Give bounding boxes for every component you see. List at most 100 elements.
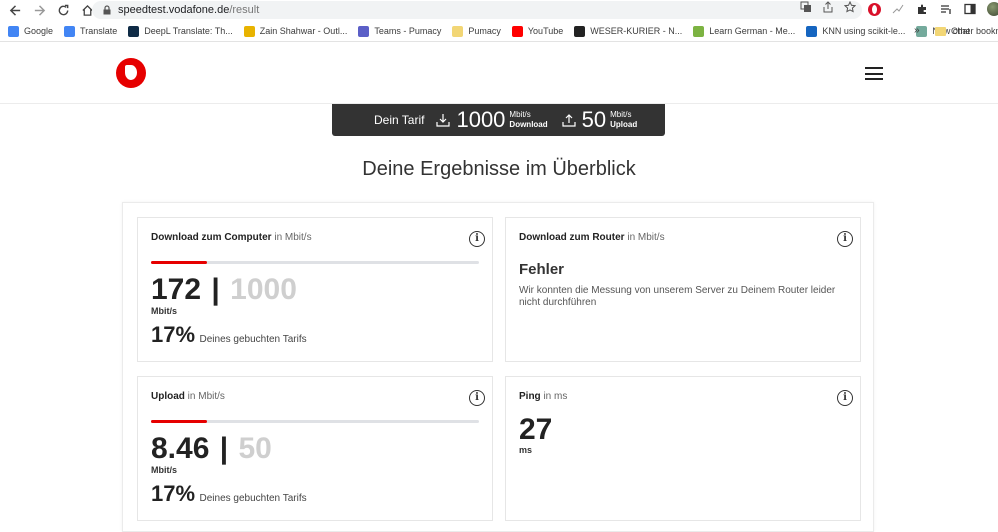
other-bookmarks-label: Other bookm (951, 26, 998, 36)
info-icon[interactable]: i (469, 231, 485, 247)
bookmark-label: Pumacy (468, 26, 501, 36)
profile-avatar[interactable] (987, 2, 998, 16)
bookmark-item[interactable]: WESER-KURIER - N... (574, 25, 683, 37)
upload-card: Upload in Mbit/s i 8.46 | 50 Mbit/s 17% … (137, 376, 493, 521)
card-title: Download zum Router (519, 232, 625, 243)
bookmarks-overflow-icon[interactable]: » (914, 25, 920, 36)
bookmark-favicon-icon (128, 25, 140, 37)
upload-percent: 17% (151, 481, 196, 506)
download-computer-card: Download zum Computer in Mbit/s i 172 | … (137, 217, 493, 362)
card-title: Download zum Computer (151, 232, 272, 243)
download-percent: 17% (151, 322, 196, 347)
bookmark-item[interactable]: Pumacy (452, 25, 501, 37)
card-unit-text: in ms (543, 391, 568, 402)
bookmark-favicon-icon (64, 25, 76, 37)
bookmark-favicon-icon (574, 25, 586, 37)
upload-percent-label: Deines gebuchten Tarifs (199, 493, 307, 504)
upload-unit: Mbit/s (151, 465, 177, 475)
plan-download-label: Download (509, 120, 548, 129)
ping-value: 27 (519, 413, 553, 446)
bookmark-label: Google (24, 26, 54, 36)
bookmark-favicon-icon (452, 25, 464, 37)
download-max: 1000 (230, 273, 297, 306)
reading-list-icon[interactable] (939, 2, 953, 16)
card-unit-text: in Mbit/s (187, 391, 225, 402)
plan-upload-value: 50 (581, 107, 607, 132)
info-icon[interactable]: i (469, 390, 485, 406)
bookmark-item[interactable]: Teams - Pumacy (358, 25, 442, 37)
card-unit-text: in Mbit/s (627, 232, 665, 243)
bookmark-star-icon[interactable] (843, 0, 857, 13)
error-title: Fehler (519, 261, 565, 278)
forward-icon[interactable] (30, 2, 48, 20)
bookmark-favicon-icon (243, 25, 255, 37)
ping-card: Ping in ms i 27 ms (505, 376, 861, 521)
info-icon[interactable]: i (837, 231, 853, 247)
back-icon[interactable] (6, 2, 24, 20)
plan-upload-unit: Mbit/s (610, 110, 632, 119)
download-icon (436, 114, 451, 127)
hamburger-menu-icon[interactable] (865, 67, 883, 80)
card-unit-text: in Mbit/s (274, 232, 312, 243)
bookmark-label: Teams - Pumacy (374, 26, 442, 36)
extensions-puzzle-icon[interactable] (915, 2, 929, 16)
bookmark-label: Translate (80, 26, 118, 36)
download-router-card: Download zum Router in Mbit/s i Fehler W… (505, 217, 861, 362)
browser-toolbar: speedtest.vodafone.de/result (0, 0, 998, 21)
bookmark-item[interactable]: DeepL Translate: Th... (128, 25, 233, 37)
bookmark-label: DeepL Translate: Th... (144, 26, 233, 36)
card-title: Ping (519, 391, 541, 402)
separator: | (203, 273, 229, 306)
side-panel-icon[interactable] (963, 2, 977, 16)
other-bookmarks[interactable]: Other bookm (935, 26, 998, 36)
bookmark-label: YouTube (527, 26, 564, 36)
bookmark-item[interactable]: Learn German - Me... (693, 25, 796, 37)
bookmark-item[interactable]: Google (8, 25, 54, 37)
upload-progress-fill (151, 420, 207, 423)
vodafone-logo[interactable] (116, 58, 146, 88)
folder-icon (935, 26, 946, 36)
download-percent-label: Deines gebuchten Tarifs (199, 334, 307, 345)
plan-download-value: 1000 (456, 107, 506, 132)
upload-max: 50 (238, 432, 272, 465)
error-text: Wir konnten die Messung von unserem Serv… (519, 285, 836, 308)
ping-unit: ms (519, 445, 533, 455)
reload-icon[interactable] (54, 2, 72, 20)
upload-progress-track (151, 420, 479, 423)
upload-icon (562, 114, 576, 127)
share-icon[interactable] (822, 1, 834, 13)
download-progress-fill (151, 261, 207, 264)
bookmark-label: KNN using scikit-le... (822, 26, 906, 36)
bookmark-favicon-icon (806, 25, 818, 37)
plan-upload-label: Upload (610, 120, 638, 129)
opera-extension-icon[interactable] (868, 2, 881, 16)
bookmark-label: Zain Shahwar - Outl... (259, 26, 348, 36)
info-icon[interactable]: i (837, 390, 853, 406)
bookmark-favicon-icon (358, 25, 370, 37)
bookmark-favicon-icon (511, 25, 523, 37)
bookmark-label: WESER-KURIER - N... (590, 26, 683, 36)
address-bar[interactable]: speedtest.vodafone.de/result (92, 0, 862, 19)
bookmark-favicon-icon (693, 25, 705, 37)
download-progress-track (151, 261, 479, 264)
url-host: speedtest.vodafone.de (118, 4, 230, 16)
bookmark-item[interactable]: YouTube (511, 25, 564, 37)
plan-summary-bar: Dein Tarif 1000 Mbit/s Download 50 Mbit/s… (332, 104, 665, 136)
site-header (0, 42, 998, 104)
results-container: Download zum Computer in Mbit/s i 172 | … (122, 202, 874, 532)
url-path: /result (229, 4, 260, 16)
extension-activity-icon[interactable] (891, 2, 905, 16)
translate-page-icon[interactable] (800, 1, 812, 13)
bookmark-item[interactable]: Translate (64, 25, 118, 37)
plan-download-unit: Mbit/s (509, 110, 531, 119)
bookmark-label: Learn German - Me... (709, 26, 796, 36)
download-unit: Mbit/s (151, 306, 177, 316)
card-title: Upload (151, 391, 185, 402)
lock-icon (103, 5, 111, 15)
bookmark-item[interactable]: KNN using scikit-le... (806, 25, 906, 37)
download-value: 172 (151, 273, 202, 306)
upload-value: 8.46 (151, 432, 210, 465)
bookmark-item[interactable]: Zain Shahwar - Outl... (243, 25, 348, 37)
bookmark-favicon-icon (8, 25, 19, 37)
plan-label: Dein Tarif (374, 113, 425, 127)
